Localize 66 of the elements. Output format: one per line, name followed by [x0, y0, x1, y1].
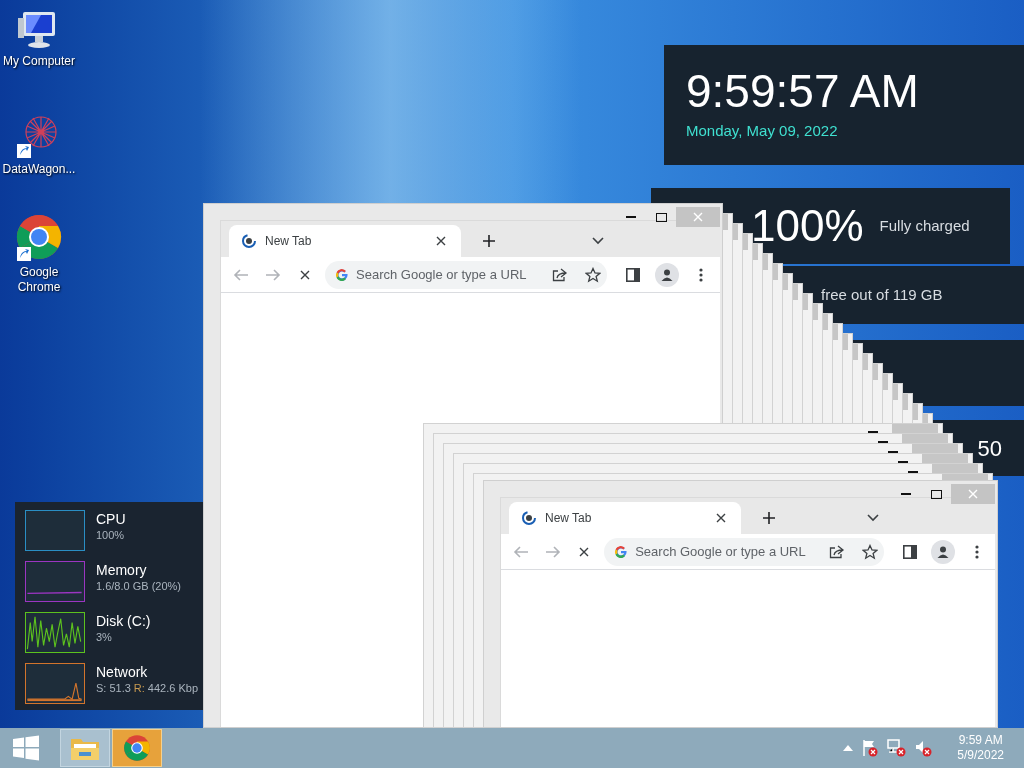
browser-tab[interactable]: New Tab	[509, 502, 741, 534]
metric-reading: 100%	[96, 528, 126, 543]
plus-icon	[482, 234, 496, 248]
chrome-icon	[123, 734, 151, 762]
taskbar-app-button[interactable]	[60, 729, 110, 767]
widget-value: 50	[977, 434, 1002, 463]
arrow-right-icon	[544, 544, 561, 559]
metric-reading: S: 51.3	[96, 681, 131, 696]
desktop-icon-label[interactable]: Google Chrome	[0, 265, 78, 295]
chrome-shortcut-icon	[15, 215, 63, 263]
close-icon	[714, 511, 728, 525]
metric-name: Network	[96, 663, 149, 681]
arrow-right-icon	[265, 267, 281, 282]
metric-name: Disk (C:)	[96, 612, 151, 630]
clock-date: 5/9/2022	[957, 748, 1004, 763]
profile-button[interactable]	[655, 262, 679, 287]
address-bar[interactable]: Search Google or type a URL	[604, 537, 884, 566]
metric-name: CPU	[96, 510, 126, 528]
loading-spinner-icon	[521, 510, 537, 526]
share-icon	[552, 267, 568, 282]
browser-tab[interactable]: New Tab	[229, 225, 461, 257]
google-g-icon	[335, 267, 349, 282]
taskbar-app-button[interactable]	[112, 729, 162, 767]
metric-reading: 3%	[96, 630, 113, 645]
maximize-icon	[655, 212, 667, 222]
disk-free-text: free out of 119 GB	[821, 284, 943, 305]
desktop-icon-label[interactable]: My Computer	[0, 54, 78, 69]
google-g-icon	[614, 544, 629, 559]
star-icon	[585, 266, 601, 283]
metric-reading: 1.6/8.0 GB (20%)	[96, 579, 181, 594]
close-icon	[434, 234, 448, 248]
side-panel-icon	[626, 267, 640, 282]
tab-title: New Tab	[545, 510, 593, 527]
desktop-icon-label[interactable]: DataWagon...	[0, 162, 78, 177]
close-icon	[966, 487, 980, 501]
receive-label: R:	[133, 681, 145, 696]
star-icon	[861, 543, 878, 560]
address-bar[interactable]: Search Google or type a URL	[325, 260, 607, 289]
chevron-down-icon	[867, 514, 879, 522]
network-error-icon[interactable]	[887, 739, 908, 757]
metric-name: Memory	[96, 561, 148, 579]
arrow-left-icon	[233, 267, 249, 282]
side-panel-icon	[902, 544, 917, 559]
arrow-left-icon	[512, 544, 529, 559]
share-icon	[828, 544, 845, 559]
person-icon	[937, 545, 950, 558]
close-icon	[691, 210, 705, 224]
speaker-muted-icon[interactable]	[915, 739, 934, 757]
maximize-icon	[930, 489, 942, 499]
kebab-menu-icon	[699, 267, 703, 282]
kebab-menu-icon	[975, 544, 980, 559]
metric-reading: 442.6 Kbp	[147, 681, 198, 696]
loading-spinner-icon	[241, 233, 257, 249]
caret-up-icon[interactable]	[843, 745, 854, 751]
clock-date: Monday, May 09, 2022	[686, 121, 839, 141]
tab-title: New Tab	[265, 233, 313, 250]
chevron-down-icon	[592, 237, 604, 245]
windows-logo-icon	[13, 735, 39, 761]
plus-icon	[762, 511, 776, 525]
battery-percent: 100%	[751, 201, 864, 251]
flag-error-icon[interactable]	[861, 739, 880, 757]
clock-time: 9:59:57 AM	[686, 64, 920, 119]
person-icon	[661, 268, 673, 281]
clock-time: 9:59 AM	[958, 733, 1003, 748]
battery-status: Fully charged	[879, 215, 970, 236]
profile-button[interactable]	[931, 539, 956, 564]
